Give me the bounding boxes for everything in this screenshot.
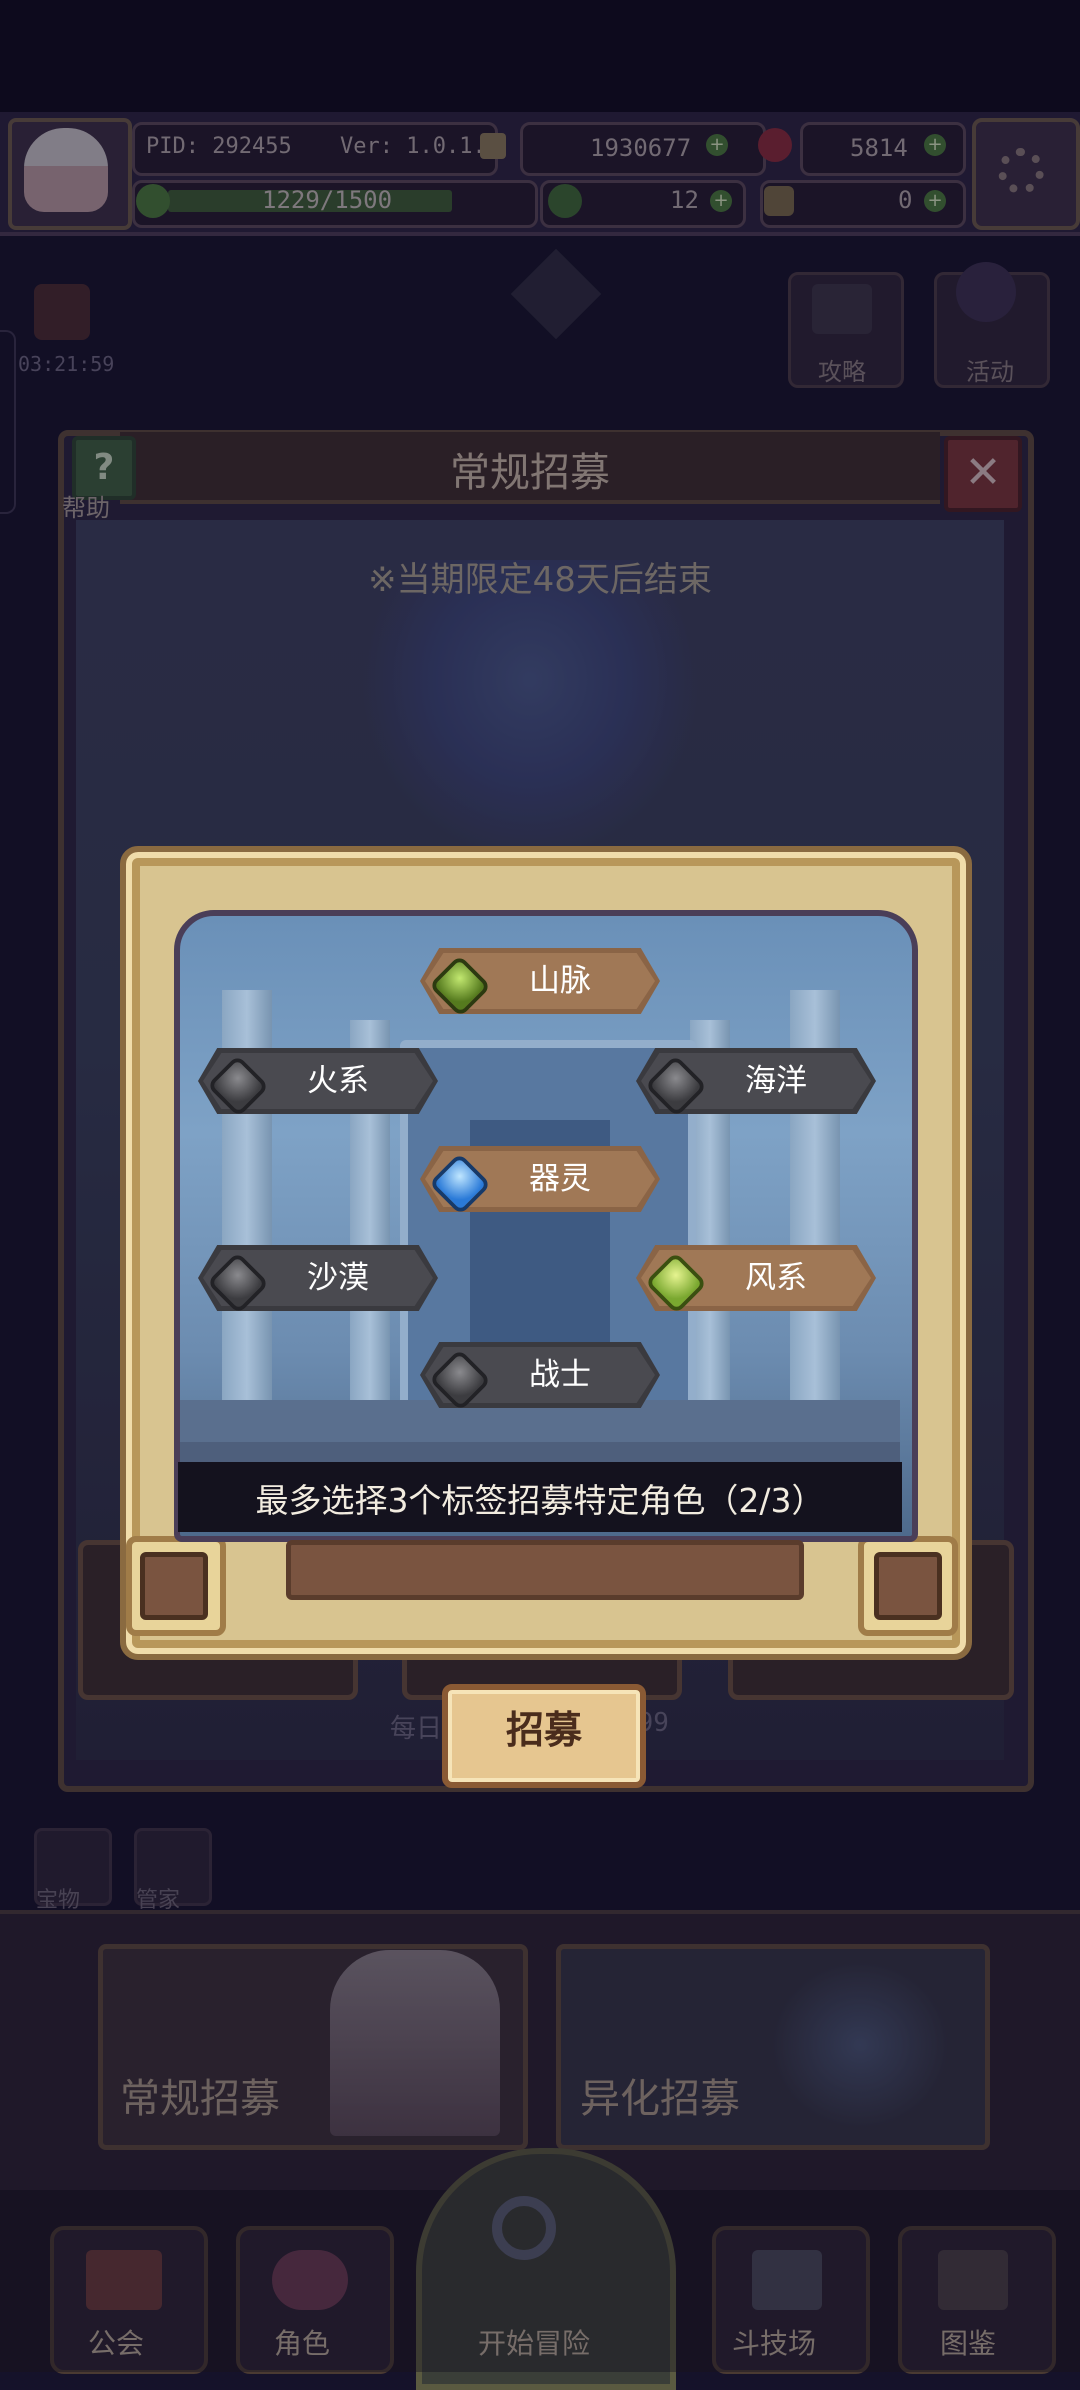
tag-limit-hint: 最多选择3个标签招募特定角色（2/3） xyxy=(255,1481,825,1520)
tag-wind[interactable]: 风系 xyxy=(636,1245,876,1311)
tag-label: 海洋 xyxy=(745,1063,807,1099)
tag-fire[interactable]: 火系 xyxy=(198,1048,438,1114)
tag-label: 风系 xyxy=(745,1260,807,1296)
recruit-button-label: 招募 xyxy=(505,1708,582,1752)
dialog-bottom-bar xyxy=(286,1540,804,1600)
dialog-corner-slot-left xyxy=(140,1552,208,1620)
tag-label: 沙漠 xyxy=(307,1260,369,1296)
tag-label: 山脉 xyxy=(529,963,591,999)
tag-label: 火系 xyxy=(307,1063,369,1099)
tag-label: 器灵 xyxy=(529,1161,591,1197)
tag-spirit[interactable]: 器灵 xyxy=(420,1146,660,1212)
tag-desert[interactable]: 沙漠 xyxy=(198,1245,438,1311)
tag-ocean[interactable]: 海洋 xyxy=(636,1048,876,1114)
recruit-button[interactable]: 招募 xyxy=(442,1684,646,1788)
tag-warrior[interactable]: 战士 xyxy=(420,1342,660,1408)
dialog-corner-slot-right xyxy=(874,1552,942,1620)
tag-mountain[interactable]: 山脉 xyxy=(420,948,660,1014)
tag-label: 战士 xyxy=(529,1357,591,1393)
